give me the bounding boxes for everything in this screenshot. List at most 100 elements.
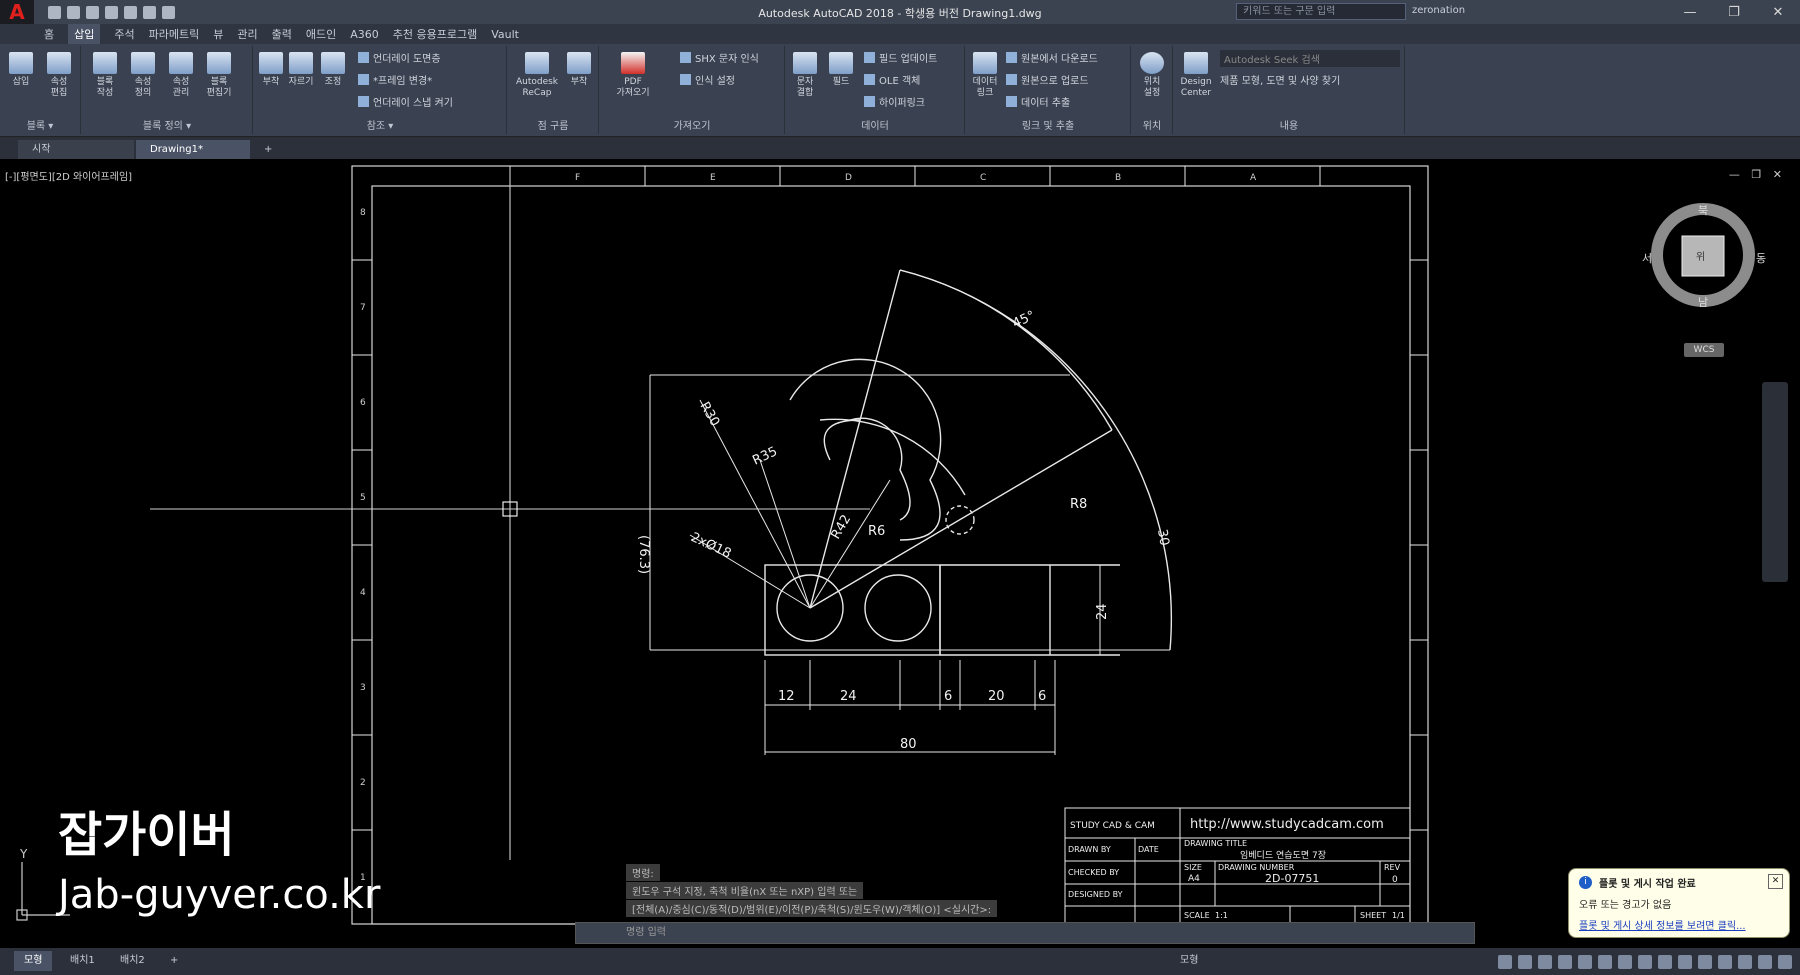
ortho-icon[interactable] — [1538, 955, 1552, 969]
combine-text-button[interactable]: 문자 결합 — [790, 52, 820, 99]
insert-button[interactable]: 삽입 — [6, 52, 36, 88]
tab-featured-apps[interactable]: 추천 응용프로그램 — [393, 26, 477, 42]
undo-icon[interactable] — [143, 5, 156, 19]
osnap-icon[interactable] — [1578, 955, 1592, 969]
ole-object-button[interactable]: OLE 객체 — [864, 72, 920, 87]
navigation-bar[interactable] — [1762, 382, 1788, 582]
tab-home[interactable]: 홈 — [44, 26, 54, 42]
customize-icon[interactable] — [1778, 955, 1792, 969]
tab-model[interactable]: 모형 — [14, 951, 53, 971]
print-icon[interactable] — [124, 5, 137, 19]
saveas-icon[interactable] — [105, 5, 118, 19]
define-attributes-button[interactable]: 속성 정의 — [128, 52, 158, 99]
manage-attributes-button[interactable]: 속성 관리 — [166, 52, 196, 99]
selection-cycling-icon[interactable] — [1658, 955, 1672, 969]
tab-layout2[interactable]: 배치2 — [110, 951, 155, 971]
tab-annotate[interactable]: 주석 — [114, 26, 134, 42]
new-tab-button[interactable]: + — [256, 140, 282, 159]
autocad-logo-icon[interactable]: A — [0, 0, 34, 24]
dim-r35: R35 — [750, 444, 780, 468]
otrack-icon[interactable] — [1598, 955, 1612, 969]
save-icon[interactable] — [86, 5, 99, 19]
polar-icon[interactable] — [1558, 955, 1572, 969]
clip-button[interactable]: 자르기 — [286, 52, 316, 88]
clean-screen-icon[interactable] — [1758, 955, 1772, 969]
tab-view[interactable]: 뷰 — [213, 26, 223, 42]
tab-a360[interactable]: A360 — [350, 28, 379, 41]
zone-letter: B — [1115, 173, 1121, 183]
shx-recognition-button[interactable]: SHX 문자 인식 — [680, 50, 759, 65]
pdf-import-button[interactable]: PDF 가져오기 — [608, 52, 658, 99]
restore-button[interactable]: ❐ — [1712, 0, 1756, 24]
recognition-settings-button[interactable]: 인식 설정 — [680, 72, 735, 87]
close-button[interactable]: ✕ — [1756, 0, 1800, 24]
tab-output[interactable]: 출력 — [272, 26, 292, 42]
notification-link[interactable]: 플롯 및 게시 상세 정보를 보려면 클릭... — [1579, 917, 1779, 932]
search-input[interactable]: 키워드 또는 구문 입력 — [1236, 3, 1406, 20]
tab-vault[interactable]: Vault — [491, 28, 519, 41]
window-title: Autodesk AutoCAD 2018 - 학생용 버전 Drawing1.… — [758, 7, 1042, 20]
cube-face-label[interactable]: 위 — [1696, 248, 1705, 263]
tab-manage[interactable]: 관리 — [237, 26, 257, 42]
download-source-button[interactable]: 원본에서 다운로드 — [1006, 50, 1098, 65]
user-account[interactable]: zeronation — [1412, 5, 1465, 16]
annotation-scale-icon[interactable] — [1678, 955, 1692, 969]
minimize-button[interactable]: — — [1668, 0, 1712, 24]
group-label[interactable]: 블록 정의 ▾ — [82, 117, 252, 132]
tab-layout1[interactable]: 배치1 — [60, 951, 105, 971]
status-model-space[interactable]: 모형 — [1170, 951, 1208, 971]
group-label[interactable]: 참조 ▾ — [254, 117, 506, 132]
group-label[interactable]: 링크 및 추출 — [966, 117, 1130, 132]
close-notification-icon[interactable]: ✕ — [1768, 874, 1783, 889]
design-center-button[interactable]: Design Center — [1176, 52, 1216, 99]
create-block-button[interactable]: 블록 작성 — [90, 52, 120, 99]
recap-button[interactable]: Autodesk ReCap — [512, 52, 562, 99]
pc-attach-button[interactable]: 부착 — [564, 52, 594, 88]
isolate-icon[interactable] — [1718, 955, 1732, 969]
tab-drawing1[interactable]: Drawing1* — [136, 140, 250, 159]
wcs-menu[interactable]: WCS — [1684, 343, 1724, 357]
compass-west[interactable]: 서 — [1642, 250, 1652, 266]
compass-north[interactable]: 북 — [1698, 202, 1708, 218]
command-input[interactable]: 명령 입력 — [575, 922, 1475, 944]
compass-east[interactable]: 동 — [1756, 250, 1766, 266]
edit-attributes-button[interactable]: 속성 편집 — [44, 52, 74, 99]
adjust-button[interactable]: 조정 — [318, 52, 348, 88]
snap-icon[interactable] — [1518, 955, 1532, 969]
seek-search-input[interactable]: Autodesk Seek 검색 — [1220, 50, 1400, 67]
field-button[interactable]: 필드 — [826, 52, 856, 88]
viewport-label[interactable]: [-][평면도][2D 와이어프레임] — [5, 168, 132, 183]
navcube[interactable]: 북 남 서 동 위 — [1642, 200, 1766, 310]
workspace-gear-icon[interactable] — [1698, 955, 1712, 969]
block-editor-button[interactable]: 블록 편집기 — [204, 52, 234, 99]
upload-source-button[interactable]: 원본으로 업로드 — [1006, 72, 1089, 87]
lineweight-icon[interactable] — [1618, 955, 1632, 969]
viewport-controls[interactable]: — ❐ ✕ — [1729, 168, 1786, 181]
transparency-icon[interactable] — [1638, 955, 1652, 969]
data-link-button[interactable]: 데이터 링크 — [970, 52, 1000, 99]
new-icon[interactable] — [48, 5, 61, 19]
update-fields-button[interactable]: 필드 업데이트 — [864, 50, 937, 65]
hardware-accel-icon[interactable] — [1738, 955, 1752, 969]
tab-start[interactable]: 시작 — [18, 140, 134, 159]
group-label[interactable]: 블록 ▾ — [0, 117, 80, 132]
frame-vary-dropdown[interactable]: *프레임 변경* — [358, 72, 432, 87]
hyperlink-button[interactable]: 하이퍼링크 — [864, 94, 925, 109]
compass-south[interactable]: 남 — [1698, 294, 1708, 310]
open-icon[interactable] — [67, 5, 80, 19]
tab-parametric[interactable]: 파라메트릭 — [149, 26, 200, 42]
crosshair-pickbox — [502, 501, 518, 517]
underlay-layers-button[interactable]: 언더레이 도면층 — [358, 50, 441, 65]
grid-icon[interactable] — [1498, 955, 1512, 969]
recap-icon — [525, 52, 549, 74]
extract-data-button[interactable]: 데이터 추출 — [1006, 94, 1070, 109]
tab-insert[interactable]: 삽입 — [68, 24, 101, 44]
snap-underlays-dropdown[interactable]: 언더레이 스냅 켜기 — [358, 94, 453, 109]
tab-addins[interactable]: 애드인 — [306, 26, 336, 42]
dim-12: 12 — [778, 689, 795, 704]
plot-notification[interactable]: i ✕ 플롯 및 게시 작업 완료 오류 또는 경고가 없음 플롯 및 게시 상… — [1568, 868, 1790, 938]
set-location-button[interactable]: 위치 설정 — [1137, 52, 1167, 99]
redo-icon[interactable] — [162, 5, 175, 19]
attach-button[interactable]: 부착 — [256, 52, 286, 88]
add-layout-button[interactable]: + — [160, 951, 188, 971]
